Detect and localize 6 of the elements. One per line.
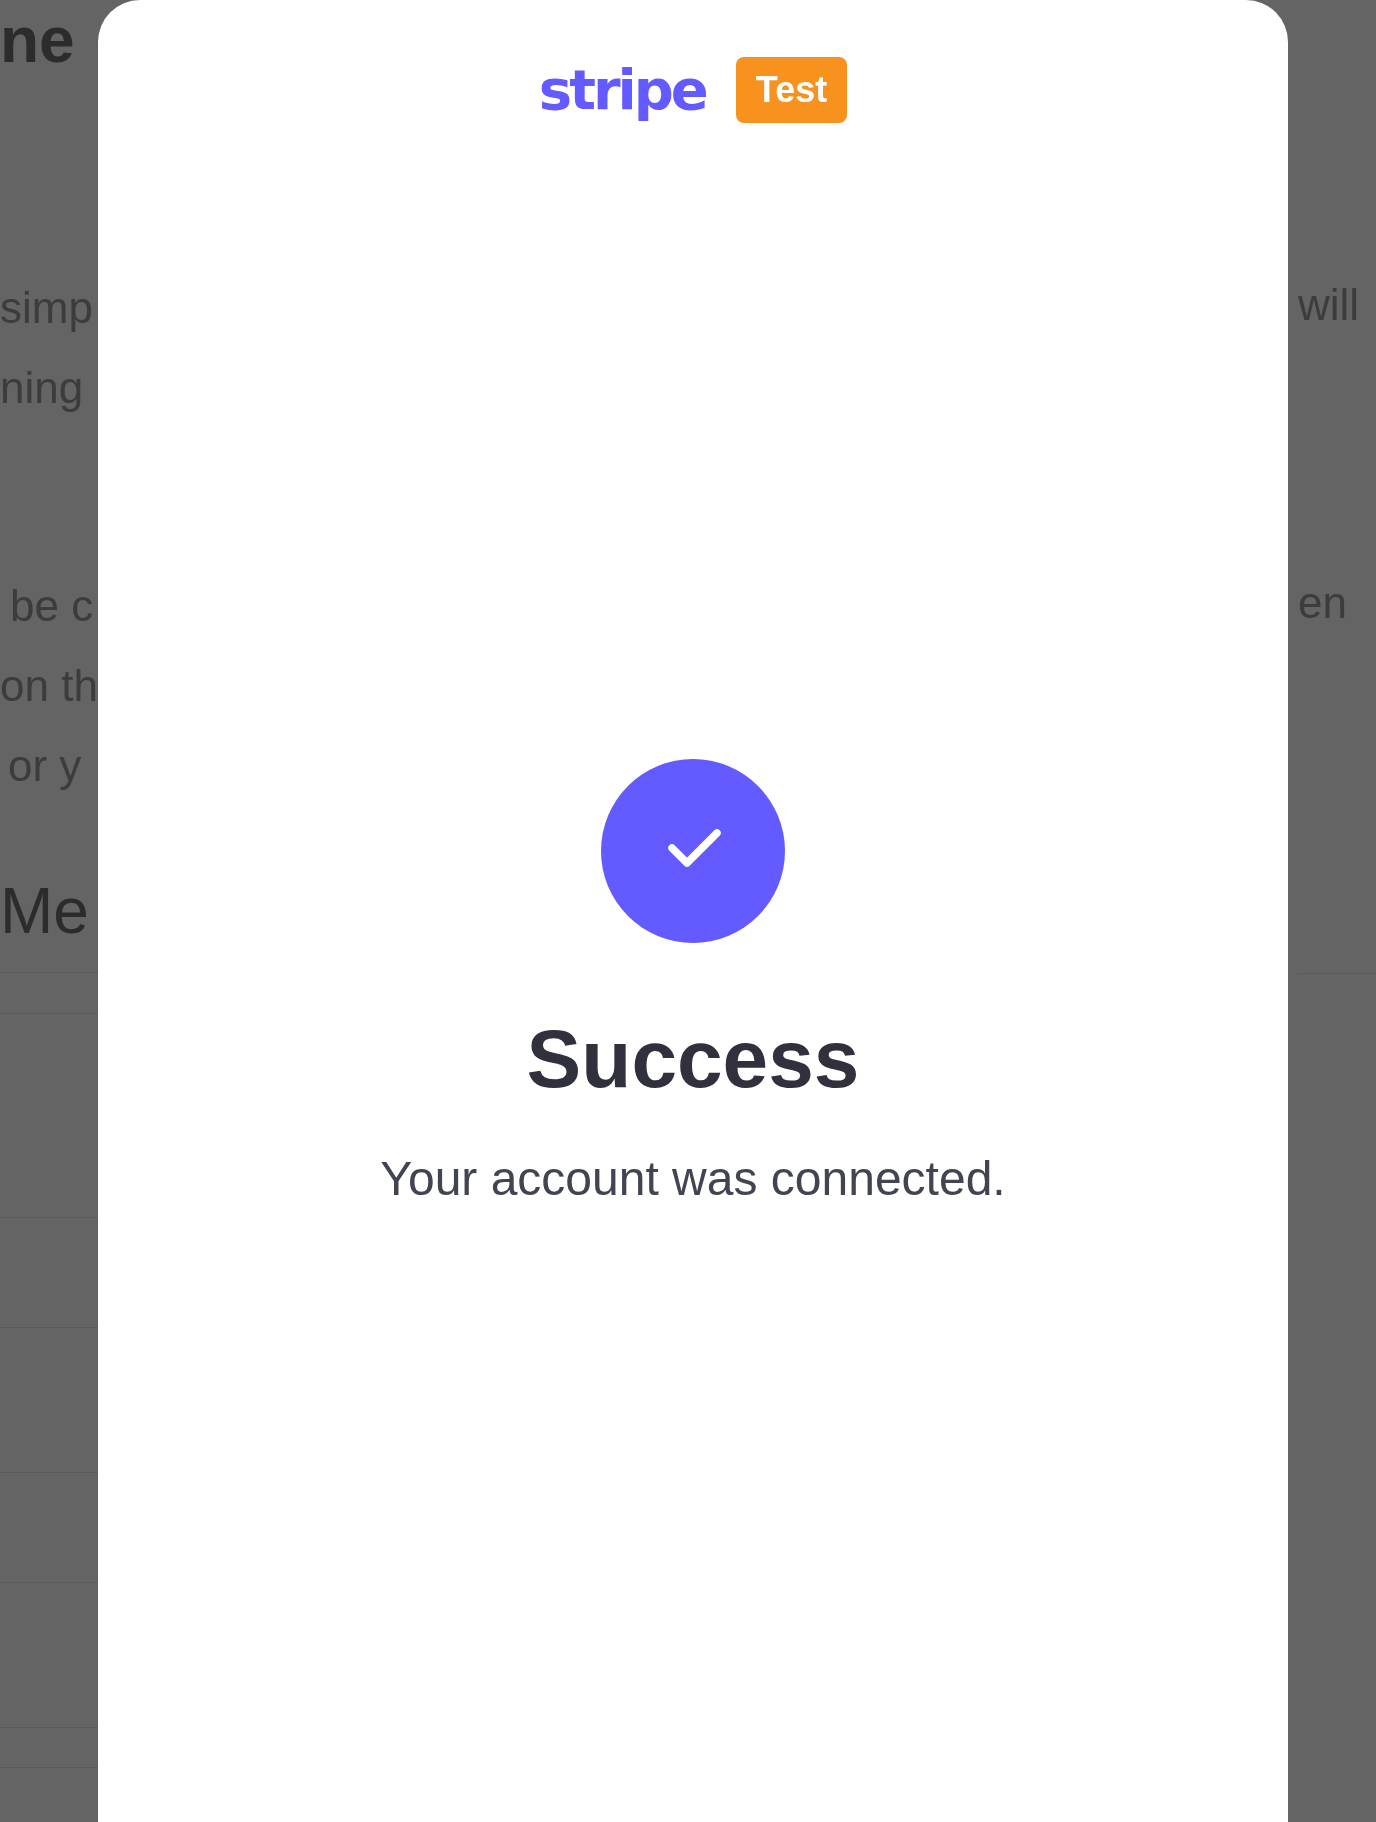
status-message: Your account was connected. xyxy=(380,1151,1006,1207)
background-heading: Me xyxy=(0,874,89,949)
status-title: Success xyxy=(526,1012,860,1106)
background-heading: ne xyxy=(0,3,75,78)
test-badge: Test xyxy=(735,57,848,123)
brand-logo: stripe xyxy=(538,56,706,124)
